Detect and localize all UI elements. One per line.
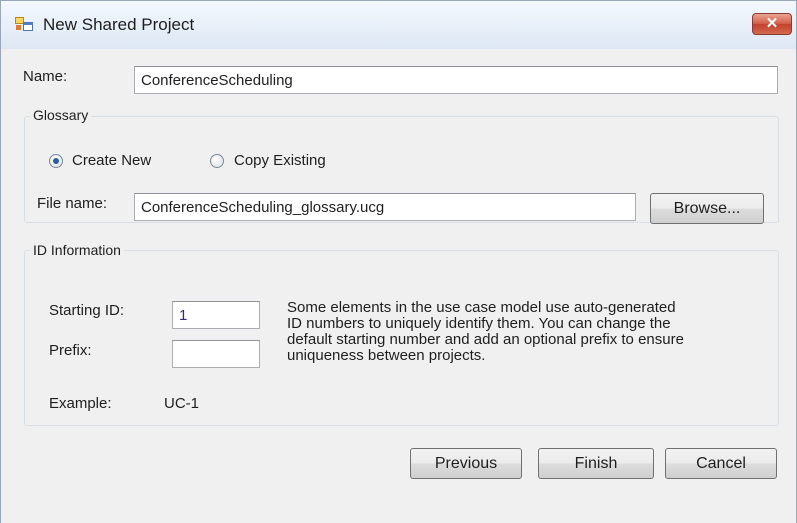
description-line: Some elements in the use case model use … (287, 299, 676, 316)
dialog-body: Name: ConferenceScheduling Glossary Crea… (1, 49, 796, 523)
file-name-input-value: ConferenceScheduling_glossary.ucg (141, 199, 385, 216)
create-new-label[interactable]: Create New (72, 152, 151, 169)
copy-existing-radio[interactable] (210, 154, 224, 168)
radio-selected-dot (53, 158, 59, 164)
description-line: default starting number and add an optio… (287, 331, 684, 348)
description-line: uniqueness between projects. (287, 347, 486, 364)
name-input-value: ConferenceScheduling (141, 72, 293, 89)
id-information-description: Some elements in the use case model use … (287, 300, 767, 364)
window-title: New Shared Project (43, 15, 195, 34)
example-value: UC-1 (164, 395, 200, 412)
cancel-button[interactable]: Cancel (665, 448, 777, 479)
starting-id-input[interactable]: 1 (172, 301, 260, 329)
close-icon: ✕ (765, 15, 779, 32)
new-shared-project-dialog: New Shared Project ✕ Name: ConferenceSch… (0, 0, 797, 523)
finish-button[interactable]: Finish (538, 448, 654, 479)
id-information-group-title: ID Information (30, 242, 124, 258)
create-new-radio[interactable] (49, 154, 63, 168)
previous-button[interactable]: Previous (410, 448, 522, 479)
name-label: Name: (23, 68, 68, 85)
starting-id-input-value: 1 (179, 307, 188, 324)
title-bar[interactable]: New Shared Project ✕ (1, 1, 796, 49)
name-input[interactable]: ConferenceScheduling (134, 66, 778, 94)
copy-existing-label[interactable]: Copy Existing (234, 152, 326, 169)
file-name-input[interactable]: ConferenceScheduling_glossary.ucg (134, 193, 636, 221)
file-name-label: File name: (37, 195, 108, 212)
close-button[interactable]: ✕ (752, 13, 792, 35)
starting-id-label: Starting ID: (49, 302, 125, 319)
description-line: ID numbers to uniquely identify them. Yo… (287, 315, 671, 332)
prefix-label: Prefix: (49, 342, 92, 359)
browse-button[interactable]: Browse... (650, 193, 764, 224)
glossary-group-title: Glossary (30, 107, 92, 123)
prefix-input[interactable] (172, 340, 260, 368)
app-window-icon (15, 17, 33, 31)
example-label: Example: (49, 395, 112, 412)
